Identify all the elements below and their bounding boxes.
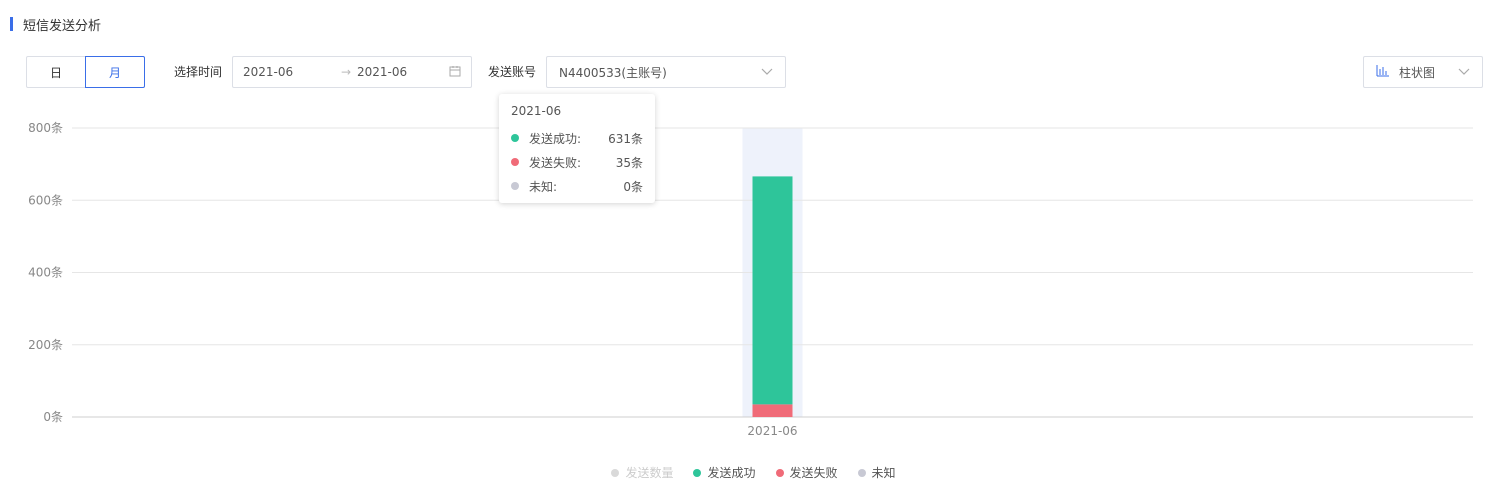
legend-label: 未知 [871, 466, 896, 480]
period-toggle: 日 月 [26, 56, 145, 88]
y-tick-label: 400条 [28, 266, 63, 280]
legend-dot [775, 468, 784, 477]
y-tick-label: 800条 [28, 121, 63, 135]
chart-tooltip: 2021-06 发送成功: 631条 发送失败: 35条 未知: 0条 [499, 94, 655, 203]
legend-dot [857, 468, 866, 477]
legend-label: 发送失败 [789, 466, 838, 480]
section-header: 短信发送分析 [10, 17, 102, 34]
legend-item-fail[interactable]: 发送失败 [775, 464, 838, 481]
chart-type-select[interactable]: 柱状图 [1363, 56, 1483, 88]
date-range-picker[interactable]: 2021-06 → 2021-06 [232, 56, 472, 88]
chevron-down-icon [761, 65, 773, 79]
tooltip-dot [511, 182, 519, 190]
tooltip-label: 未知: [529, 179, 558, 194]
chevron-down-icon [1458, 65, 1470, 79]
section-title: 短信发送分析 [23, 18, 102, 34]
y-tick-label: 0条 [43, 410, 63, 424]
legend-item-total[interactable]: 发送数量 [611, 464, 673, 481]
legend-label: 发送数量 [625, 466, 674, 480]
y-tick-label: 200条 [28, 338, 63, 352]
calendar-icon[interactable] [449, 65, 461, 80]
x-tick-label: 2021-06 [747, 424, 797, 438]
tooltip-row-unknown: 未知: 0条 [511, 174, 643, 198]
account-select[interactable]: N4400533(主账号) [546, 56, 786, 88]
title-accent-bar [10, 17, 13, 31]
tooltip-dot [511, 134, 519, 142]
tooltip-label: 发送成功: [529, 131, 582, 146]
chart-type-value: 柱状图 [1399, 65, 1436, 80]
range-start-value[interactable]: 2021-06 [243, 65, 335, 79]
tooltip-label: 发送失败: [529, 155, 582, 170]
legend-label: 发送成功 [707, 466, 756, 480]
range-arrow-icon: → [340, 65, 352, 79]
tooltip-value: 35条 [615, 155, 643, 170]
send-analysis-bar-chart: 0条 200条 400条 600条 800条 2021-06 [28, 121, 1473, 438]
day-toggle-button[interactable]: 日 [26, 56, 86, 88]
bar-segment-success [752, 176, 793, 405]
y-tick-label: 600条 [28, 193, 63, 207]
tooltip-dot [511, 158, 519, 166]
tooltip-value: 631条 [608, 131, 643, 146]
range-end-value[interactable]: 2021-06 [357, 65, 437, 79]
tooltip-value: 0条 [623, 179, 643, 194]
bar-segment-fail [752, 404, 793, 417]
tooltip-title: 2021-06 [511, 104, 562, 118]
legend-item-success[interactable]: 发送成功 [693, 464, 756, 481]
month-toggle-button[interactable]: 月 [85, 56, 145, 88]
legend-dot [693, 468, 702, 477]
time-filter-label: 选择时间 [174, 65, 223, 79]
chart-legend: 发送数量 发送成功 发送失败 未知 [0, 464, 1507, 481]
legend-dot [611, 468, 620, 477]
tooltip-row-fail: 发送失败: 35条 [511, 150, 643, 174]
legend-item-unknown[interactable]: 未知 [857, 464, 896, 481]
tooltip-row-success: 发送成功: 631条 [511, 126, 643, 150]
account-filter-label: 发送账号 [488, 65, 537, 79]
bar-chart-icon [1376, 64, 1389, 80]
account-select-value: N4400533(主账号) [559, 65, 667, 80]
